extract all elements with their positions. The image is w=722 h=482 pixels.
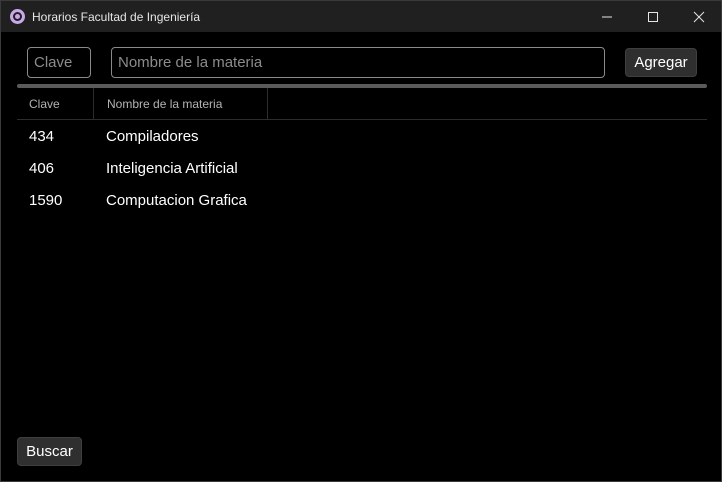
app-logo-icon [10, 9, 25, 24]
table-row[interactable]: 434 Compiladores [17, 120, 707, 152]
app-window: Horarios Facultad de Ingeniería Agregar … [0, 0, 722, 482]
column-divider[interactable] [93, 88, 94, 120]
table-row[interactable]: 406 Inteligencia Artificial [17, 152, 707, 184]
cell-nombre: Compiladores [106, 128, 199, 145]
close-icon [693, 11, 705, 23]
column-header-nombre[interactable]: Nombre de la materia [107, 97, 222, 111]
column-divider[interactable] [267, 88, 268, 120]
maximize-button[interactable] [630, 1, 676, 32]
cell-clave: 1590 [29, 192, 63, 209]
window-title: Horarios Facultad de Ingeniería [32, 10, 201, 24]
cell-nombre: Inteligencia Artificial [106, 160, 238, 177]
cell-clave: 406 [29, 160, 55, 177]
close-button[interactable] [676, 1, 722, 32]
minimize-icon [602, 16, 612, 18]
column-header-clave[interactable]: Clave [29, 97, 60, 111]
nombre-materia-input[interactable] [111, 47, 605, 78]
table-row[interactable]: 1590 Computacion Grafica [17, 184, 707, 216]
buscar-button[interactable]: Buscar [17, 437, 82, 466]
maximize-icon [648, 12, 658, 22]
agregar-button[interactable]: Agregar [625, 48, 697, 77]
title-bar[interactable]: Horarios Facultad de Ingeniería [1, 1, 721, 32]
minimize-button[interactable] [584, 1, 630, 32]
table-header: Clave Nombre de la materia [17, 88, 707, 120]
cell-clave: 434 [29, 128, 55, 145]
clave-input[interactable] [27, 47, 91, 78]
cell-nombre: Computacion Grafica [106, 192, 247, 209]
